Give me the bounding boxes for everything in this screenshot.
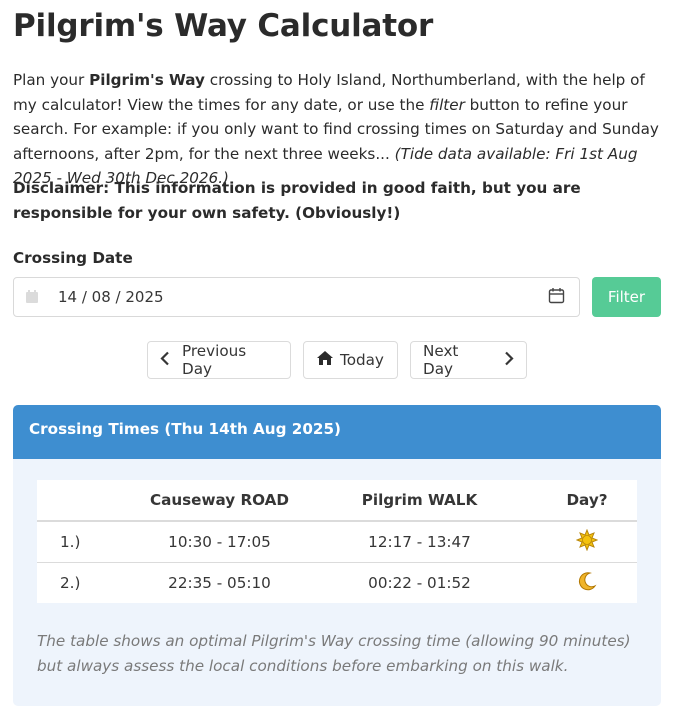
calendar-icon <box>25 289 39 308</box>
today-label: Today <box>340 351 384 369</box>
sun-icon <box>575 528 599 555</box>
date-picker-calendar-icon[interactable] <box>548 287 565 308</box>
crossing-note: The table shows an optimal Pilgrim's Way… <box>37 632 631 675</box>
table-header-row: Causeway ROAD Pilgrim WALK Day? <box>37 480 637 522</box>
crossing-date-value: 14 / 08 / 2025 <box>58 288 164 306</box>
crossing-date-input[interactable]: 14 / 08 / 2025 <box>13 277 580 317</box>
previous-day-button[interactable]: Previous Day <box>147 341 291 379</box>
pilgrim-walk-time: 12:17 - 13:47 <box>302 521 537 563</box>
crossing-times-heading: Crossing Times (Thu 14th Aug 2025) <box>13 405 661 459</box>
crossing-times-panel: Crossing Times (Thu 14th Aug 2025) Cause… <box>13 405 661 706</box>
intro-bold-pilgrims-way: Pilgrim's Way <box>89 71 205 89</box>
page-title: Pilgrim's Way Calculator <box>13 8 434 44</box>
column-header-pilgrim-walk: Pilgrim WALK <box>302 480 537 522</box>
home-icon <box>316 350 334 370</box>
column-header-causeway-road: Causeway ROAD <box>137 480 302 522</box>
night-indicator <box>537 563 637 604</box>
chevron-right-icon <box>504 351 514 370</box>
row-index: 1.) <box>37 521 137 563</box>
crossing-times-table: Causeway ROAD Pilgrim WALK Day? 1.) 10:3… <box>37 480 637 603</box>
filter-button[interactable]: Filter <box>592 277 661 317</box>
disclaimer: Disclaimer: This information is provided… <box>13 179 581 222</box>
today-button[interactable]: Today <box>303 341 398 379</box>
intro-italic-filter: filter <box>429 95 465 114</box>
day-indicator <box>537 521 637 563</box>
causeway-road-time: 10:30 - 17:05 <box>137 521 302 563</box>
next-day-label: Next Day <box>423 342 459 378</box>
intro-text-1: Plan your <box>13 71 90 89</box>
crescent-moon-icon <box>577 572 597 595</box>
previous-day-label: Previous Day <box>182 342 247 378</box>
chevron-left-icon <box>160 351 170 370</box>
causeway-road-time: 22:35 - 05:10 <box>168 574 271 592</box>
intro-paragraph: Plan your Pilgrim's Way crossing to Holy… <box>13 68 663 191</box>
row-index: 2.) <box>60 574 81 592</box>
table-row: 2.) 22:35 - 05:10 00:22 - 01:52 <box>37 563 637 604</box>
column-header-index <box>37 480 137 522</box>
page: Pilgrim's Way Calculator Plan your Pilgr… <box>0 0 676 725</box>
column-header-day: Day? <box>537 480 637 522</box>
crossing-date-label: Crossing Date <box>13 249 133 267</box>
next-day-button[interactable]: Next Day <box>410 341 527 379</box>
pilgrim-walk-time: 00:22 - 01:52 <box>368 574 471 592</box>
table-row: 1.) 10:30 - 17:05 12:17 - 13:47 <box>37 521 637 563</box>
